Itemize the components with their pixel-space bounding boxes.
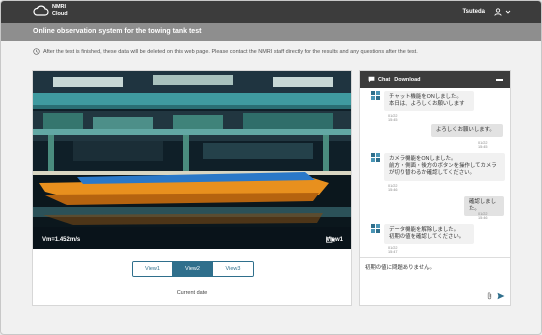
chat-panel: Chat Download チャット機能をONしました。 本日は、よろしくお願い… xyxy=(359,70,511,306)
camera-icon xyxy=(326,237,335,243)
message-time: 01/22 15:45 xyxy=(478,141,488,149)
download-link[interactable]: Download xyxy=(394,77,420,83)
chat-title: Chat xyxy=(378,76,391,83)
chat-header: Chat Download xyxy=(360,71,510,88)
message-time: 01/22 15:45 xyxy=(388,114,398,122)
notice: After the test is finished, these data w… xyxy=(33,48,418,55)
message-line: が切り替わるか確認してください。 xyxy=(389,170,475,177)
towing-tank-scene xyxy=(33,71,351,249)
message-line: 本日は、よろしくお願いします xyxy=(389,101,465,108)
user-name: Tsuteda xyxy=(462,9,485,15)
tab-view2[interactable]: View2 xyxy=(173,262,213,276)
tab-view3[interactable]: View3 xyxy=(213,262,253,276)
camera-video[interactable]: Vm=1.452m/s View1 xyxy=(33,71,351,249)
message-time: 01/22 15:47 xyxy=(388,246,398,254)
video-panel: Vm=1.452m/s View1 View1 View2 View3 Curr… xyxy=(32,70,352,306)
view-tabs: View1 View2 View3 xyxy=(132,261,254,277)
message-line: 初期の値を確認してください。 xyxy=(389,234,465,241)
paperclip-icon[interactable] xyxy=(486,292,493,300)
title-bar: Online observation system for the towing… xyxy=(1,23,541,41)
speed-readout: Vm=1.452m/s xyxy=(42,237,81,243)
message-line: よろしくお願いします。 xyxy=(436,127,495,133)
nmri-logo[interactable]: NMRI Cloud xyxy=(33,4,68,17)
top-bar: NMRI Cloud Tsuteda xyxy=(1,1,541,23)
notice-text: After the test is finished, these data w… xyxy=(43,48,418,55)
minimize-icon[interactable] xyxy=(496,79,503,81)
tab-view1[interactable]: View1 xyxy=(133,262,173,276)
cloud-logo-icon xyxy=(33,5,49,16)
chat-input[interactable]: 初期の値に問題ありません。 xyxy=(365,263,435,271)
current-view-label: View1 xyxy=(326,237,343,243)
page-title: Online observation system for the towing… xyxy=(33,28,202,35)
clock-icon xyxy=(33,48,40,55)
current-date-label: Current date xyxy=(176,290,208,296)
chat-input-area: 初期の値に問題ありません。 xyxy=(360,257,510,305)
bot-avatar-icon xyxy=(371,153,380,162)
logo-line-1: NMRI xyxy=(52,4,67,10)
bot-avatar-icon xyxy=(371,91,380,100)
logo-line-2: Cloud xyxy=(52,10,68,17)
user-menu[interactable]: Tsuteda xyxy=(462,8,511,16)
message-time: 01/22 15:46 xyxy=(478,212,488,220)
send-icon[interactable] xyxy=(497,292,505,300)
user-icon xyxy=(494,8,502,16)
chevron-down-icon xyxy=(505,10,511,14)
message-time: 01/22 15:46 xyxy=(388,184,398,192)
chat-messages[interactable]: チャット機能をONしました。 本日は、よろしくお願いします 01/22 15:4… xyxy=(360,88,510,256)
app-window: NMRI Cloud Tsuteda Online observation sy… xyxy=(0,0,542,335)
chat-bubble-icon xyxy=(368,76,375,83)
bot-avatar-icon xyxy=(371,224,380,233)
